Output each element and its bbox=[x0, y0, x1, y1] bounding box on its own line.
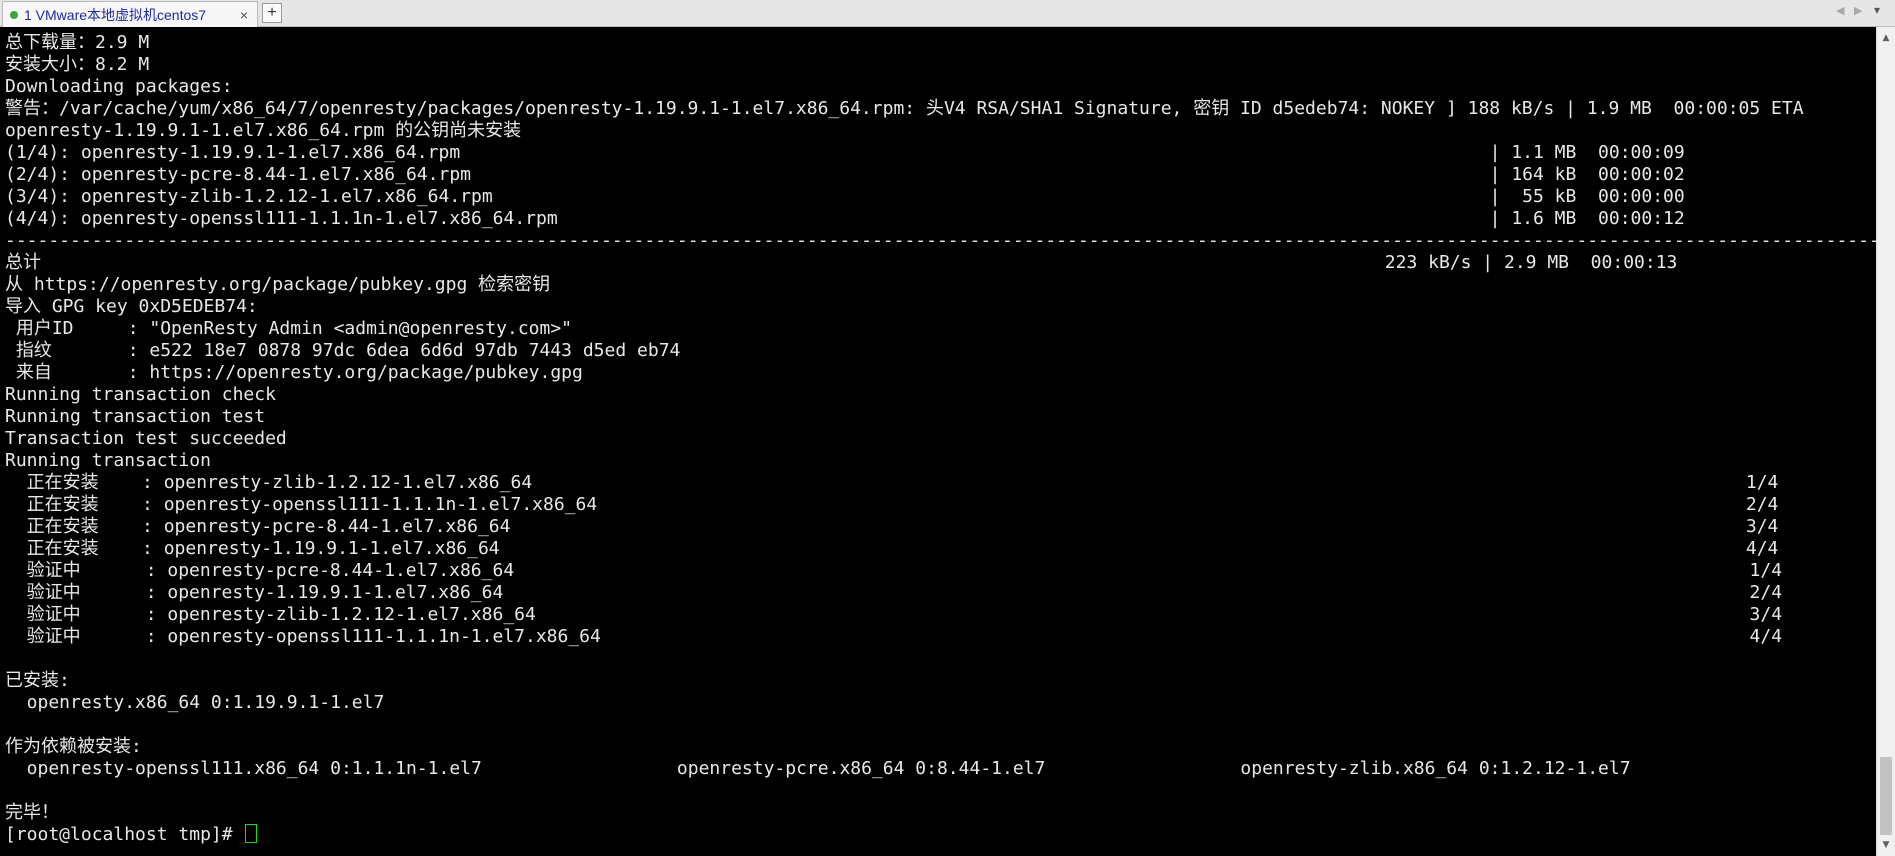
terminal-line: 正在安装 : openresty-pcre-8.44-1.el7.x86_64 … bbox=[5, 516, 1779, 537]
terminal-line: Running transaction test bbox=[5, 406, 266, 427]
terminal-line: ----------------------------------------… bbox=[5, 230, 1876, 251]
terminal-line: 验证中 : openresty-openssl111-1.1.1n-1.el7.… bbox=[5, 626, 1783, 647]
tab-list-menu-icon[interactable]: ▾ bbox=[1874, 3, 1880, 17]
terminal-line: (3/4): openresty-zlib-1.2.12-1.el7.x86_6… bbox=[5, 186, 1685, 207]
terminal-line: 来自 : https://openresty.org/package/pubke… bbox=[5, 362, 583, 383]
tab-close-icon[interactable]: × bbox=[235, 7, 253, 23]
terminal-text: 总下载量：2.9 M 安装大小：8.2 M Downloading packages… bbox=[5, 32, 1876, 846]
terminal-line: 验证中 : openresty-pcre-8.44-1.el7.x86_64 1… bbox=[5, 560, 1783, 581]
terminal-line: 完毕！ bbox=[5, 802, 59, 823]
terminal-line: Running transaction check bbox=[5, 384, 276, 405]
shell-prompt-line[interactable]: [root@localhost tmp]# bbox=[5, 824, 1876, 846]
tab-scroll-right-icon[interactable]: ▶ bbox=[1854, 4, 1862, 17]
terminal-line: 总下载量：2.9 M bbox=[5, 32, 150, 53]
terminal-line: 从 https://openresty.org/package/pubkey.g… bbox=[5, 274, 551, 295]
new-tab-button[interactable]: + bbox=[262, 3, 282, 23]
terminal-line: 作为依赖被安装: bbox=[5, 736, 142, 757]
terminal-line: 导入 GPG key 0xD5EDEB74: bbox=[5, 296, 258, 317]
terminal-cursor bbox=[245, 824, 258, 843]
terminal-line: Downloading packages: bbox=[5, 76, 233, 97]
terminal-line: (1/4): openresty-1.19.9.1-1.el7.x86_64.r… bbox=[5, 142, 1685, 163]
shell-prompt: [root@localhost tmp]# bbox=[5, 824, 244, 845]
terminal-line: 用户ID : "OpenResty Admin <admin@openresty… bbox=[5, 318, 573, 339]
terminal-line: (2/4): openresty-pcre-8.44-1.el7.x86_64.… bbox=[5, 164, 1685, 185]
tab-bar: 1 VMware本地虚拟机centos7 × + ◀ ▶ ▾ bbox=[0, 0, 1895, 27]
terminal-line: openresty-1.19.9.1-1.el7.x86_64.rpm 的公钥尚… bbox=[5, 120, 522, 141]
tab-scroll-left-icon[interactable]: ◀ bbox=[1836, 4, 1844, 17]
terminal-line: 指纹 : e522 18e7 0878 97dc 6dea 6d6d 97db … bbox=[5, 340, 681, 361]
terminal-line: openresty-openssl111.x86_64 0:1.1.1n-1.e… bbox=[5, 758, 1631, 779]
terminal-output[interactable]: 总下载量：2.9 M 安装大小：8.2 M Downloading packages… bbox=[0, 27, 1876, 856]
terminal-line: 已安装: bbox=[5, 670, 70, 691]
terminal-line: 警告：/var/cache/yum/x86_64/7/openresty/pac… bbox=[5, 98, 1804, 119]
terminal-line: 总计 223 kB/s | 2.9 MB 00:00:13 bbox=[5, 252, 1678, 273]
connection-status-icon bbox=[10, 10, 18, 19]
terminal-line: openresty.x86_64 0:1.19.9.1-1.el7 bbox=[5, 692, 385, 713]
terminal-line: 验证中 : openresty-zlib-1.2.12-1.el7.x86_64… bbox=[5, 604, 1783, 625]
scrollbar-thumb[interactable] bbox=[1880, 757, 1892, 835]
vertical-scrollbar[interactable]: ▲ ▼ bbox=[1876, 27, 1895, 856]
tab-vmware-centos7[interactable]: 1 VMware本地虚拟机centos7 × bbox=[2, 1, 258, 27]
terminal-line: 安装大小：8.2 M bbox=[5, 54, 150, 75]
scroll-down-arrow-icon[interactable]: ▼ bbox=[1877, 836, 1895, 854]
scroll-up-arrow-icon[interactable]: ▲ bbox=[1877, 29, 1895, 47]
terminal-line: 验证中 : openresty-1.19.9.1-1.el7.x86_64 2/… bbox=[5, 582, 1783, 603]
terminal-line: 正在安装 : openresty-zlib-1.2.12-1.el7.x86_6… bbox=[5, 472, 1779, 493]
terminal-line: 正在安装 : openresty-1.19.9.1-1.el7.x86_64 4… bbox=[5, 538, 1779, 559]
terminal-line: Transaction test succeeded bbox=[5, 428, 287, 449]
terminal-line: (4/4): openresty-openssl111-1.1.1n-1.el7… bbox=[5, 208, 1685, 229]
tab-label: 1 VMware本地虚拟机centos7 bbox=[24, 6, 207, 23]
terminal-line: 正在安装 : openresty-openssl111-1.1.1n-1.el7… bbox=[5, 494, 1779, 515]
terminal-line: Running transaction bbox=[5, 450, 211, 471]
